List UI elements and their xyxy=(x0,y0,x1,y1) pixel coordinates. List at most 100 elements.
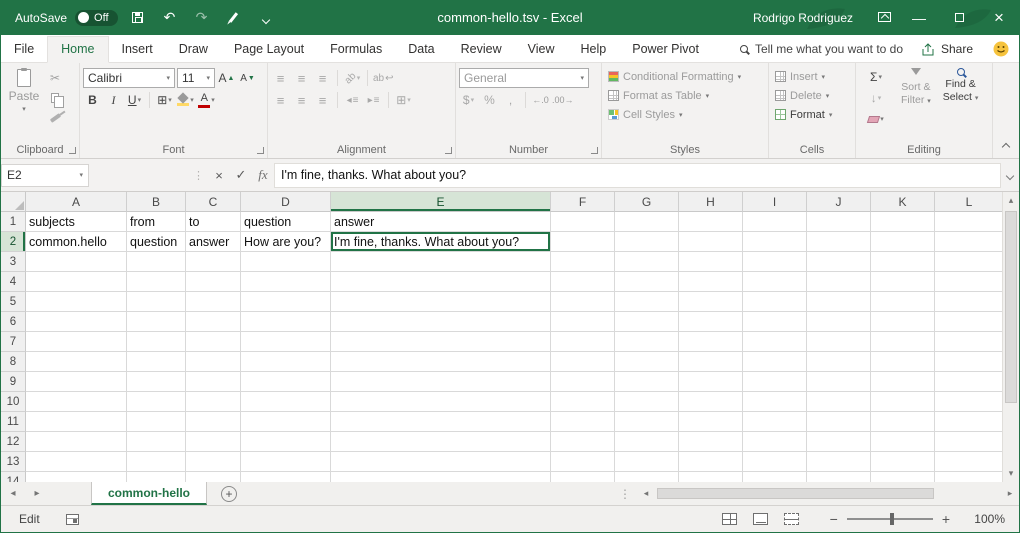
cell-J10[interactable] xyxy=(807,392,871,412)
zoom-slider-thumb[interactable] xyxy=(890,513,894,525)
column-header-H[interactable]: H xyxy=(679,192,743,212)
font-color-button[interactable]: A▾ xyxy=(197,90,216,110)
cell-L12[interactable] xyxy=(935,432,1002,452)
cell-H8[interactable] xyxy=(679,352,743,372)
cell-J3[interactable] xyxy=(807,252,871,272)
maximize-button[interactable] xyxy=(939,0,979,35)
comma-style-button[interactable]: , xyxy=(501,90,520,110)
cell-I13[interactable] xyxy=(743,452,807,472)
cell-A1[interactable]: subjects xyxy=(26,212,127,232)
scroll-up-arrow[interactable]: ▴ xyxy=(1003,192,1019,209)
decrease-indent-button[interactable]: ◂≡ xyxy=(343,90,362,110)
top-align-button[interactable]: ≡ xyxy=(271,68,290,88)
column-header-G[interactable]: G xyxy=(615,192,679,212)
cell-H4[interactable] xyxy=(679,272,743,292)
undo-button[interactable]: ↶ xyxy=(158,9,182,26)
find-select-button[interactable]: Find & Select ▾ xyxy=(939,67,983,129)
accounting-format-button[interactable]: $▾ xyxy=(459,90,478,110)
share-button[interactable]: Share xyxy=(911,42,983,62)
cell-D2[interactable]: How are you? xyxy=(241,232,331,252)
cell-K13[interactable] xyxy=(871,452,935,472)
cell-B10[interactable] xyxy=(127,392,186,412)
cell-F6[interactable] xyxy=(551,312,615,332)
orientation-button[interactable]: ab▾ xyxy=(343,68,362,88)
cell-L7[interactable] xyxy=(935,332,1002,352)
column-header-A[interactable]: A xyxy=(26,192,127,212)
cell-K14[interactable] xyxy=(871,472,935,482)
cell-F4[interactable] xyxy=(551,272,615,292)
cell-J11[interactable] xyxy=(807,412,871,432)
font-dialog-launcher[interactable] xyxy=(257,147,264,154)
zoom-in-button[interactable]: + xyxy=(933,511,959,527)
save-button[interactable] xyxy=(126,10,150,26)
cell-A14[interactable] xyxy=(26,472,127,482)
cell-F10[interactable] xyxy=(551,392,615,412)
cell-I2[interactable] xyxy=(743,232,807,252)
cell-L4[interactable] xyxy=(935,272,1002,292)
cell-A3[interactable] xyxy=(26,252,127,272)
fill-button[interactable]: ↓▾ xyxy=(859,88,893,108)
cell-styles-button[interactable]: Cell Styles ▾ xyxy=(605,105,765,124)
cell-E4[interactable] xyxy=(331,272,551,292)
cell-H11[interactable] xyxy=(679,412,743,432)
column-header-I[interactable]: I xyxy=(743,192,807,212)
cell-B9[interactable] xyxy=(127,372,186,392)
cell-F3[interactable] xyxy=(551,252,615,272)
cell-G7[interactable] xyxy=(615,332,679,352)
column-header-J[interactable]: J xyxy=(807,192,871,212)
cell-C12[interactable] xyxy=(186,432,241,452)
scroll-left-arrow[interactable]: ◂ xyxy=(637,488,655,499)
column-header-L[interactable]: L xyxy=(935,192,1002,212)
cell-D13[interactable] xyxy=(241,452,331,472)
cell-D4[interactable] xyxy=(241,272,331,292)
cell-H1[interactable] xyxy=(679,212,743,232)
cell-C2[interactable]: answer xyxy=(186,232,241,252)
tab-split-grip[interactable]: ⋮ xyxy=(613,487,637,501)
cell-L9[interactable] xyxy=(935,372,1002,392)
cell-A7[interactable] xyxy=(26,332,127,352)
tab-page-layout[interactable]: Page Layout xyxy=(221,37,317,62)
cell-J5[interactable] xyxy=(807,292,871,312)
cell-J9[interactable] xyxy=(807,372,871,392)
cell-C4[interactable] xyxy=(186,272,241,292)
tab-home[interactable]: Home xyxy=(47,36,108,63)
inking-button[interactable] xyxy=(222,10,246,26)
horizontal-scroll-track[interactable] xyxy=(655,487,1001,500)
wrap-text-button[interactable]: ab↩ xyxy=(373,68,394,88)
cell-A10[interactable] xyxy=(26,392,127,412)
decrease-decimal-button[interactable]: .00→ xyxy=(552,90,574,110)
cell-D7[interactable] xyxy=(241,332,331,352)
paste-button[interactable]: Paste ▾ xyxy=(4,67,44,126)
cell-I11[interactable] xyxy=(743,412,807,432)
cell-H10[interactable] xyxy=(679,392,743,412)
vertical-scrollbar[interactable]: ▴ ▾ xyxy=(1002,192,1019,482)
cell-H7[interactable] xyxy=(679,332,743,352)
cell-G8[interactable] xyxy=(615,352,679,372)
zoom-percentage[interactable]: 100% xyxy=(959,512,1005,526)
cell-H6[interactable] xyxy=(679,312,743,332)
customize-qat-button[interactable] xyxy=(254,10,278,26)
cell-F1[interactable] xyxy=(551,212,615,232)
name-box[interactable]: E2 ▾ xyxy=(1,164,89,187)
cell-L10[interactable] xyxy=(935,392,1002,412)
tab-view[interactable]: View xyxy=(515,37,568,62)
cell-H3[interactable] xyxy=(679,252,743,272)
cell-G10[interactable] xyxy=(615,392,679,412)
row-header-1[interactable]: 1 xyxy=(1,212,26,232)
cell-K11[interactable] xyxy=(871,412,935,432)
cell-B3[interactable] xyxy=(127,252,186,272)
close-button[interactable]: × xyxy=(979,0,1019,35)
delete-cells-button[interactable]: Delete ▾ xyxy=(772,86,852,105)
formula-input[interactable]: I'm fine, thanks. What about you? xyxy=(274,163,1001,188)
cell-J12[interactable] xyxy=(807,432,871,452)
sheet-tab-common-hello[interactable]: common-hello xyxy=(91,482,207,505)
cell-D8[interactable] xyxy=(241,352,331,372)
cell-I3[interactable] xyxy=(743,252,807,272)
cell-B12[interactable] xyxy=(127,432,186,452)
cell-E3[interactable] xyxy=(331,252,551,272)
cell-D1[interactable]: question xyxy=(241,212,331,232)
cell-H9[interactable] xyxy=(679,372,743,392)
cell-I4[interactable] xyxy=(743,272,807,292)
cell-F9[interactable] xyxy=(551,372,615,392)
cell-F7[interactable] xyxy=(551,332,615,352)
